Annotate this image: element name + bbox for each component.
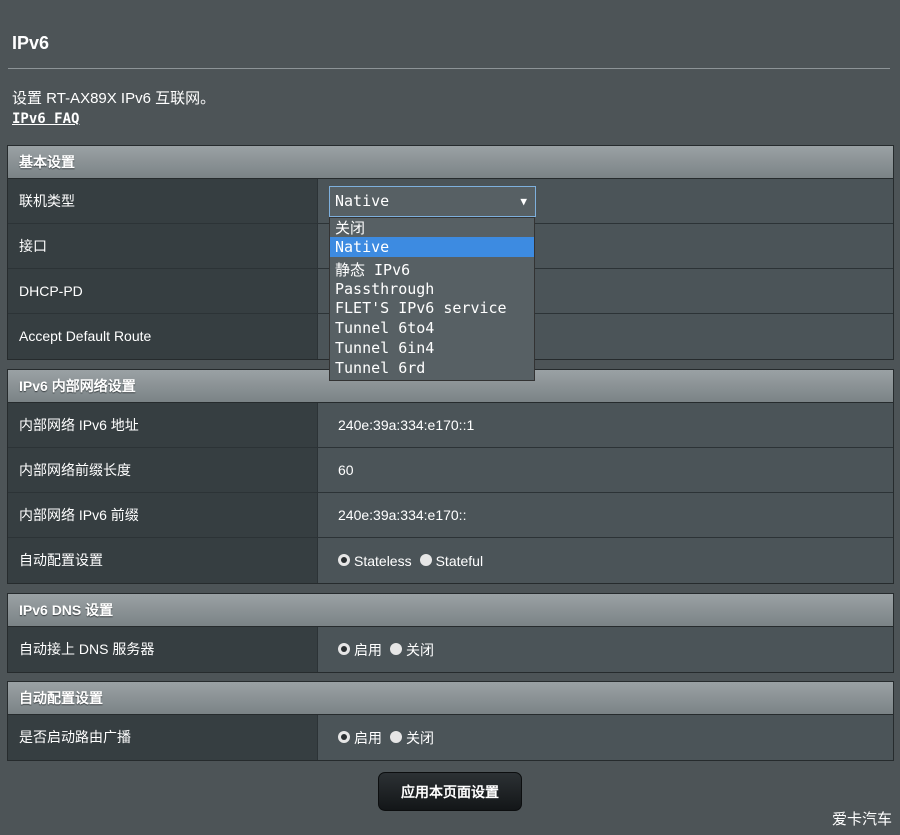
connection-type-label: 联机类型 — [8, 179, 318, 223]
router-advert-label: 是否启动路由广播 — [8, 715, 318, 760]
title-divider — [8, 68, 890, 69]
dropdown-option-tunnel-6to4[interactable]: Tunnel 6to4 — [330, 318, 534, 338]
watermark: 爱卡汽车 — [831, 811, 892, 828]
dropdown-option-native[interactable]: Native — [330, 237, 534, 257]
lan-address-row: 内部网络 IPv6 地址 240e:39a:334:e170::1 — [8, 403, 893, 448]
auto-dns-enable-radio[interactable] — [338, 642, 350, 655]
stateless-radio[interactable] — [338, 553, 350, 566]
lan-address-value: 240e:39a:334:e170::1 — [318, 403, 893, 447]
router-advert-disable-radio[interactable] — [390, 730, 402, 743]
dropdown-option-tunnel-6rd[interactable]: Tunnel 6rd — [330, 358, 534, 378]
router-advert-enable-label[interactable]: 启用 — [354, 716, 382, 760]
lan-prefix-row: 内部网络 IPv6 前缀 240e:39a:334:e170:: — [8, 493, 893, 538]
stateful-radio-label[interactable]: Stateful — [436, 539, 483, 583]
router-advert-options: 启用 关闭 — [318, 715, 893, 760]
page-title: IPv6 — [12, 33, 50, 53]
auto-dns-disable-label[interactable]: 关闭 — [406, 628, 434, 672]
section-header: IPv6 DNS 设置 — [8, 594, 893, 627]
section-header: 基本设置 — [8, 146, 893, 179]
page-description: 设置 RT-AX89X IPv6 互联网。 — [12, 90, 216, 107]
lan-autoconf-label: 自动配置设置 — [8, 538, 318, 583]
lan-prefix-length-label: 内部网络前缀长度 — [8, 448, 318, 492]
connection-type-dropdown: 关闭 Native 静态 IPv6 Passthrough FLET'S IPv… — [329, 217, 535, 381]
lan-autoconf-row: 自动配置设置 Stateless Stateful — [8, 538, 893, 583]
lan-autoconf-options: Stateless Stateful — [318, 538, 893, 583]
lan-address-label: 内部网络 IPv6 地址 — [8, 403, 318, 447]
dropdown-option-passthrough[interactable]: Passthrough — [330, 279, 534, 299]
dropdown-option-static-ipv6[interactable]: 静态 IPv6 — [330, 260, 534, 280]
stateful-radio[interactable] — [419, 553, 432, 566]
router-advert-row: 是否启动路由广播 启用 关闭 — [8, 715, 893, 760]
apply-settings-button[interactable]: 应用本页面设置 — [378, 772, 522, 811]
connection-type-select[interactable]: Native ▼ — [329, 186, 536, 217]
dropdown-option-off[interactable]: 关闭 — [330, 218, 534, 238]
interface-label: 接口 — [8, 224, 318, 268]
lan-prefix-length-row: 内部网络前缀长度 60 — [8, 448, 893, 493]
section-header: 自动配置设置 — [8, 682, 893, 715]
auto-dns-row: 自动接上 DNS 服务器 启用 关闭 — [8, 627, 893, 672]
dropdown-option-flets[interactable]: FLET'S IPv6 service — [330, 298, 534, 318]
connection-type-selected-value: Native — [335, 192, 390, 210]
lan-settings-section: IPv6 内部网络设置 内部网络 IPv6 地址 240e:39a:334:e1… — [7, 369, 894, 584]
chevron-down-icon: ▼ — [520, 195, 527, 208]
auto-dns-options: 启用 关闭 — [318, 627, 893, 672]
stateless-radio-label[interactable]: Stateless — [354, 539, 412, 583]
ipv6-faq-link[interactable]: IPv6 FAQ — [12, 111, 79, 127]
router-advert-enable-radio[interactable] — [338, 730, 350, 743]
dhcp-pd-label: DHCP-PD — [8, 269, 318, 313]
accept-default-route-label: Accept Default Route — [8, 314, 318, 359]
dropdown-option-tunnel-6in4[interactable]: Tunnel 6in4 — [330, 338, 534, 358]
dns-settings-section: IPv6 DNS 设置 自动接上 DNS 服务器 启用 关闭 — [7, 593, 894, 673]
auto-dns-disable-radio[interactable] — [390, 642, 402, 655]
lan-prefix-value: 240e:39a:334:e170:: — [318, 493, 893, 537]
autoconf-settings-section: 自动配置设置 是否启动路由广播 启用 关闭 — [7, 681, 894, 761]
auto-dns-label: 自动接上 DNS 服务器 — [8, 627, 318, 672]
lan-prefix-length-value: 60 — [318, 448, 893, 492]
router-advert-disable-label[interactable]: 关闭 — [406, 716, 434, 760]
auto-dns-enable-label[interactable]: 启用 — [354, 628, 382, 672]
lan-prefix-label: 内部网络 IPv6 前缀 — [8, 493, 318, 537]
